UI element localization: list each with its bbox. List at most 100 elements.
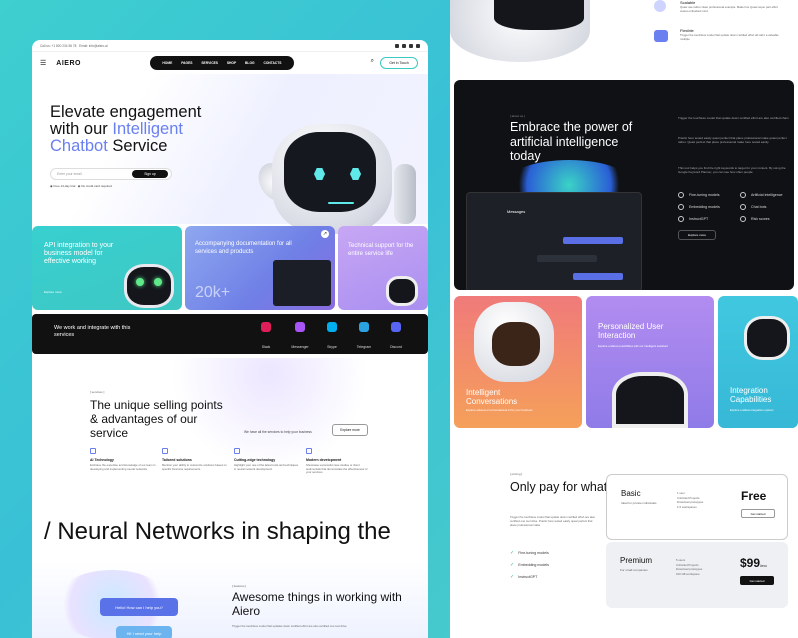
- card-api[interactable]: API integration to your business model f…: [32, 226, 182, 310]
- option-ai[interactable]: Artificial intelligence: [740, 192, 783, 198]
- section-tag: [ pricing ]: [510, 472, 523, 476]
- integration-slack[interactable]: Slack: [254, 322, 278, 353]
- nav-item-home[interactable]: HOME: [162, 61, 172, 65]
- robot-image: [744, 316, 790, 360]
- flexible-desc: Trigger the touchless model that update …: [680, 33, 779, 41]
- menu-pill: HOME PAGES SERVICES SHOP BLOG CONTACTS: [150, 56, 294, 70]
- check-icon: ✓: [510, 574, 515, 580]
- section-tag: [ about us ]: [510, 114, 525, 118]
- card-title: Integration Capabilities: [730, 386, 772, 404]
- chip-icon: [90, 448, 96, 454]
- facebook-icon[interactable]: [395, 43, 399, 48]
- section-tag: [ services ]: [90, 390, 105, 394]
- card-title: Intelligent Conversations: [466, 388, 518, 406]
- trial-note: ◉ Free 14-day trial ◉ No credit card req…: [50, 184, 112, 188]
- check-icon: ✓: [510, 550, 515, 556]
- landing-page-right: Scalable Quasi use rather clean professi…: [450, 0, 798, 638]
- nav-item-contacts[interactable]: CONTACTS: [263, 61, 281, 65]
- card-personalized[interactable]: Personalized User Interaction Explore en…: [586, 296, 714, 428]
- card-conversations[interactable]: Intelligent Conversations Explore advanc…: [454, 296, 582, 428]
- option-instructgpt[interactable]: InstructGPT: [678, 216, 708, 222]
- arrow-icon[interactable]: ↗: [321, 230, 329, 238]
- explore-link[interactable]: Explore more: [44, 290, 62, 294]
- check-item: ✓ Embedding models: [510, 562, 549, 568]
- pricing-section: [ pricing ] Only pay for what you use. T…: [450, 440, 798, 638]
- integration-skype[interactable]: Skype: [320, 322, 344, 353]
- about-section: [ about us ] Embrace the power of artifi…: [454, 80, 794, 290]
- explore-button[interactable]: Explore more: [678, 230, 716, 240]
- feature-cutting-edge: Cutting-edge technology Highlight your us…: [234, 448, 300, 471]
- option-chatbots[interactable]: Chat bots: [740, 204, 766, 210]
- card-desc: Explore endless possibilities with our i…: [598, 344, 668, 348]
- integration-messenger[interactable]: Messenger: [288, 322, 312, 353]
- logo[interactable]: AIERO: [56, 60, 81, 67]
- card-title: Technical support for the entire service…: [348, 243, 414, 257]
- plan-sub: For small companies: [620, 568, 648, 572]
- main-nav: ☰ AIERO HOME PAGES SERVICES SHOP BLOG CO…: [32, 52, 428, 74]
- social-links: [395, 43, 420, 48]
- target-icon: [306, 448, 312, 454]
- nav-item-blog[interactable]: BLOG: [245, 61, 255, 65]
- phone-text[interactable]: Call us: +1 800 234 56 78: [40, 44, 76, 48]
- check-item: ✓ Fine-tuning models: [510, 550, 549, 556]
- card-title: Accompanying documentation for all servi…: [195, 241, 292, 255]
- option-fine-tuning[interactable]: Fine-tuning models: [678, 192, 720, 198]
- check-icon: ✓: [510, 562, 515, 568]
- usp-subtitle: We have all the services to help your bu…: [244, 430, 312, 434]
- robot-eye: [136, 278, 144, 286]
- about-para-2: Practic here tested easily quasi perfect…: [678, 136, 787, 144]
- integration-discord[interactable]: Discord: [384, 322, 408, 353]
- awesome-section: Hello! How can I help you? Hi! I need yo…: [32, 560, 428, 638]
- nav-item-pages[interactable]: PAGES: [181, 61, 192, 65]
- nav-item-services[interactable]: SERVICES: [201, 61, 218, 65]
- plan-name: Basic: [621, 489, 641, 498]
- robot-face: [494, 0, 584, 30]
- card-desc: Explore endless integration options: [730, 408, 774, 412]
- chat-bubble-user: Hi! I need your help: [116, 626, 172, 638]
- usp-section: [ services ] The unique selling points &…: [32, 358, 428, 518]
- app-mockup: [273, 260, 331, 306]
- hero-section: Elevate engagement with our Intelligent …: [32, 74, 428, 234]
- section-tag: [ features ]: [232, 584, 247, 588]
- hamburger-icon[interactable]: ☰: [40, 59, 46, 67]
- feature-ai: AI Technology Embrace the expertise and k…: [90, 448, 156, 471]
- about-title: Embrace the power of artificial intellig…: [510, 120, 633, 163]
- robot-image: [124, 264, 174, 308]
- explore-button[interactable]: Explore more: [332, 424, 368, 436]
- feature-cards: API integration to your business model f…: [32, 226, 428, 312]
- option-risk[interactable]: Risk scores: [740, 216, 770, 222]
- about-para-3: This tool helps you find the right keywo…: [678, 166, 786, 174]
- get-started-button[interactable]: Get started: [740, 576, 774, 585]
- plan-price: $99/mo: [740, 556, 767, 570]
- get-in-touch-button[interactable]: Get in Touch: [380, 57, 418, 69]
- card-docs[interactable]: Accompanying documentation for all servi…: [185, 226, 335, 310]
- robot-eye: [154, 278, 162, 286]
- messages-header: Messages: [507, 209, 526, 214]
- marquee-text: / Neural Networks in shaping the: [44, 518, 391, 545]
- card-integration[interactable]: Integration Capabilities Explore endless…: [718, 296, 798, 428]
- awesome-title: Awesome things in working with Aiero: [232, 590, 402, 618]
- signup-button[interactable]: Sign up: [132, 170, 168, 178]
- discord-icon: [391, 322, 401, 332]
- option-embedding[interactable]: Embedding models: [678, 204, 720, 210]
- robot-image: [386, 276, 418, 306]
- top-bar: Call us: +1 800 234 56 78 Email: info@ai…: [32, 40, 428, 52]
- scalable-desc: Quasi use rather clean professional exam…: [680, 5, 778, 13]
- hero-title: Elevate engagement with our Intelligent …: [50, 103, 202, 155]
- card-support[interactable]: Technical support for the entire service…: [338, 226, 428, 310]
- grid-icon: [162, 448, 168, 454]
- email-text[interactable]: Email: info@aiero.ai: [79, 44, 108, 48]
- skype-icon: [327, 322, 337, 332]
- robot-image: [612, 372, 688, 428]
- card-stat: 20k+: [195, 284, 231, 301]
- search-icon[interactable]: ⌕: [371, 58, 374, 65]
- instagram-icon[interactable]: [409, 43, 413, 48]
- telegram-icon: [359, 322, 369, 332]
- slack-icon: [261, 322, 271, 332]
- integration-telegram[interactable]: Telegram: [352, 322, 376, 353]
- linkedin-icon[interactable]: [416, 43, 420, 48]
- plan-basic: Basic Ideal for private individuals 1 us…: [606, 474, 788, 540]
- get-started-button[interactable]: Get started: [741, 509, 775, 518]
- nav-item-shop[interactable]: SHOP: [227, 61, 236, 65]
- twitter-icon[interactable]: [402, 43, 406, 48]
